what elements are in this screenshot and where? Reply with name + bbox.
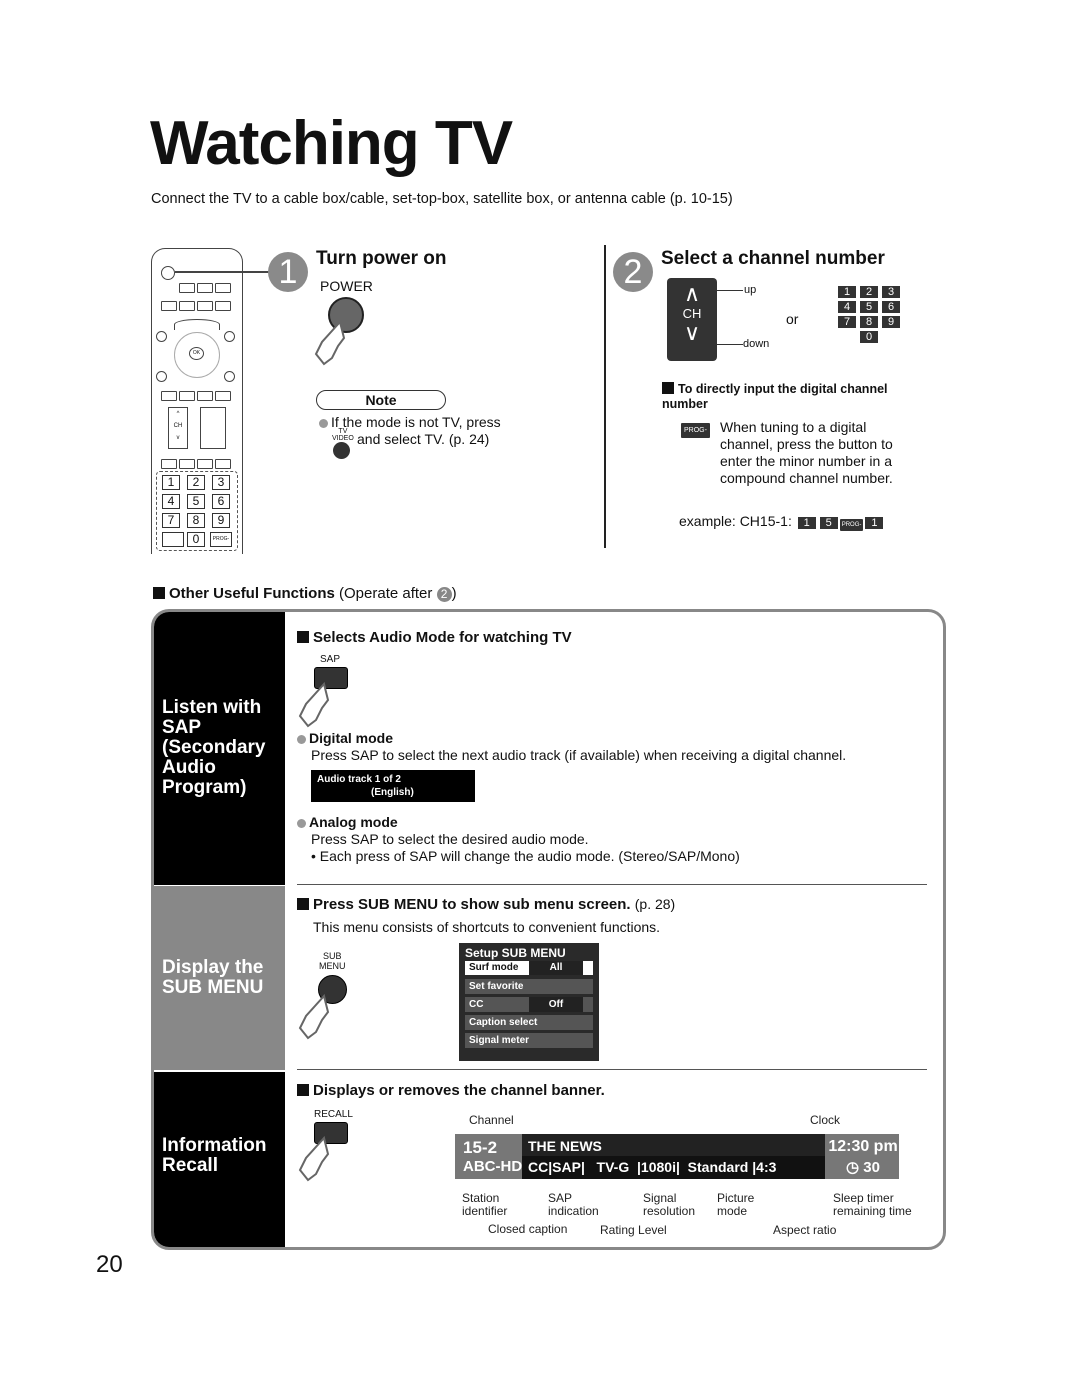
submenu-text: This menu consists of shortcuts to conve…	[313, 919, 661, 935]
example: example: CH15-1: 1 5 PROG- 1	[679, 513, 885, 531]
step-2-ref-badge: 2	[436, 587, 452, 602]
keypad: 123 456 789 0	[834, 284, 904, 344]
submenu-item-cc[interactable]: CC Off	[465, 997, 593, 1012]
banner-station: ABC-HD	[463, 1158, 523, 1175]
banner-channel: 15-2	[463, 1138, 498, 1157]
submenu-item-signal-meter[interactable]: Signal meter	[465, 1033, 593, 1048]
banner-picture-mode: Standard	[687, 1159, 749, 1175]
ch-label: CH	[173, 423, 183, 429]
prog-button: PROG-	[681, 423, 710, 438]
divider	[604, 245, 606, 548]
audio-track-osd: Audio track 1 of 2 (English)	[311, 770, 475, 802]
or-label: or	[786, 311, 799, 327]
step-2-title: Select a channel number	[661, 248, 885, 269]
submenu-title: Setup SUB MENU	[465, 946, 566, 960]
digital-mode-heading: Digital mode	[309, 730, 394, 746]
power-button-outline	[161, 266, 175, 280]
recall-label: RECALL	[314, 1109, 353, 1120]
step-1-title: Turn power on	[316, 248, 447, 269]
functions-panel: Listen with SAP (Secondary Audio Program…	[151, 609, 946, 1250]
intro-text: Connect the TV to a cable box/cable, set…	[151, 191, 733, 207]
banner-program: THE NEWS	[528, 1138, 602, 1154]
note-text-1: If the mode is not TV, press	[331, 414, 501, 430]
callout-line	[175, 271, 275, 273]
ch-label: CH	[682, 306, 702, 321]
clock-icon: ◷	[846, 1159, 860, 1176]
callout-aspect: Aspect ratio	[773, 1223, 837, 1237]
remote-key-5: 5	[187, 494, 205, 509]
note-label: Note	[316, 390, 446, 410]
remote-key-0: 0	[187, 532, 205, 547]
hand-pointer-icon	[298, 681, 330, 728]
analog-mode-text: Press SAP to select the desired audio mo…	[311, 831, 589, 847]
callout-channel: Channel	[469, 1113, 514, 1127]
page-number: 20	[96, 1251, 123, 1278]
tv-video-button[interactable]	[333, 442, 350, 459]
submenu-side-label: Display the SUB MENU	[154, 886, 285, 1070]
banner-cc: CC	[528, 1159, 549, 1175]
callout-sap: SAP indication	[548, 1191, 599, 1218]
down-label: down	[743, 338, 770, 350]
ok-button: OK	[189, 347, 204, 360]
banner-rating: TV-G	[596, 1159, 630, 1175]
submenu-label: SUB MENU	[319, 951, 346, 971]
ch-down-icon: ∨	[683, 320, 701, 345]
direct-input-text: When tuning to a digital channel, press …	[720, 419, 893, 486]
submenu-item-set-favorite[interactable]: Set favorite	[465, 979, 593, 994]
banner-sleep: 30	[863, 1159, 880, 1176]
sap-heading: Selects Audio Mode for watching TV	[313, 629, 572, 646]
up-label: up	[744, 284, 757, 296]
square-bullet-icon	[153, 587, 165, 599]
tv-video-label: TV VIDEO	[332, 428, 354, 442]
remote-key-9: 9	[212, 513, 230, 528]
callout-cc: Closed caption	[488, 1222, 568, 1236]
recall-heading: Displays or removes the channel banner.	[313, 1082, 605, 1099]
hand-pointer-icon	[314, 319, 346, 366]
remote-key-4: 4	[162, 494, 180, 509]
bullet-icon	[319, 418, 328, 428]
callout-sleep: Sleep timer remaining time	[833, 1191, 912, 1218]
remote-key-3: 3	[212, 475, 230, 490]
submenu-item-caption-select[interactable]: Caption select	[465, 1015, 593, 1030]
other-functions-heading: Other Useful Functions	[169, 585, 335, 602]
ch-up-icon: ∧	[683, 281, 701, 306]
note-text-2: and select TV. (p. 24)	[357, 431, 490, 447]
remote-key-prog: PROG-	[210, 532, 232, 547]
banner-sap: SAP	[552, 1159, 581, 1175]
step-1-badge: 1	[268, 252, 308, 292]
analog-mode-heading: Analog mode	[309, 814, 398, 830]
callout-clock: Clock	[810, 1113, 841, 1127]
hand-pointer-icon	[298, 1135, 330, 1182]
analog-mode-bullet: • Each press of SAP will change the audi…	[311, 848, 740, 864]
callout-station: Station identifier	[462, 1191, 508, 1218]
remote-key-7: 7	[162, 513, 180, 528]
callout-signal: Signal resolution	[643, 1191, 696, 1218]
square-bullet-icon	[662, 382, 674, 394]
submenu-item-surf-mode[interactable]: Surf mode All	[465, 961, 593, 975]
remote-illustration: OK ^ CH v 1 2 3 4 5 6 7 8 9 0 PROG-	[151, 248, 243, 554]
hand-pointer-icon	[298, 993, 330, 1040]
recall-side-label: Information Recall	[154, 1072, 285, 1247]
remote-key-8: 8	[187, 513, 205, 528]
banner-resolution: 1080i	[640, 1159, 676, 1175]
banner-clock: 12:30 pm	[828, 1138, 898, 1155]
setup-submenu: Setup SUB MENU Surf mode All Set favorite…	[459, 943, 599, 1061]
digital-mode-text: Press SAP to select the next audio track…	[311, 747, 847, 763]
direct-input-heading: To directly input the digital channel nu…	[662, 382, 888, 411]
submenu-heading: Press SUB MENU to show sub menu screen.	[313, 896, 631, 913]
banner-aspect: 4:3	[756, 1159, 777, 1175]
step-2-badge: 2	[613, 252, 653, 292]
sap-label: SAP	[320, 654, 341, 665]
sap-side-label: Listen with SAP (Secondary Audio Program…	[154, 612, 285, 885]
remote-key-2: 2	[187, 475, 205, 490]
remote-key-1: 1	[162, 475, 180, 490]
power-label: POWER	[320, 278, 373, 294]
channel-banner: 15-2 ABC-HD THE NEWS CC|SAP| TV-G |1080i…	[455, 1134, 899, 1179]
page-title: Watching TV	[150, 109, 513, 178]
callout-picture: Picture mode	[717, 1191, 755, 1218]
remote-key-6: 6	[212, 494, 230, 509]
callout-rating: Rating Level	[600, 1223, 667, 1237]
